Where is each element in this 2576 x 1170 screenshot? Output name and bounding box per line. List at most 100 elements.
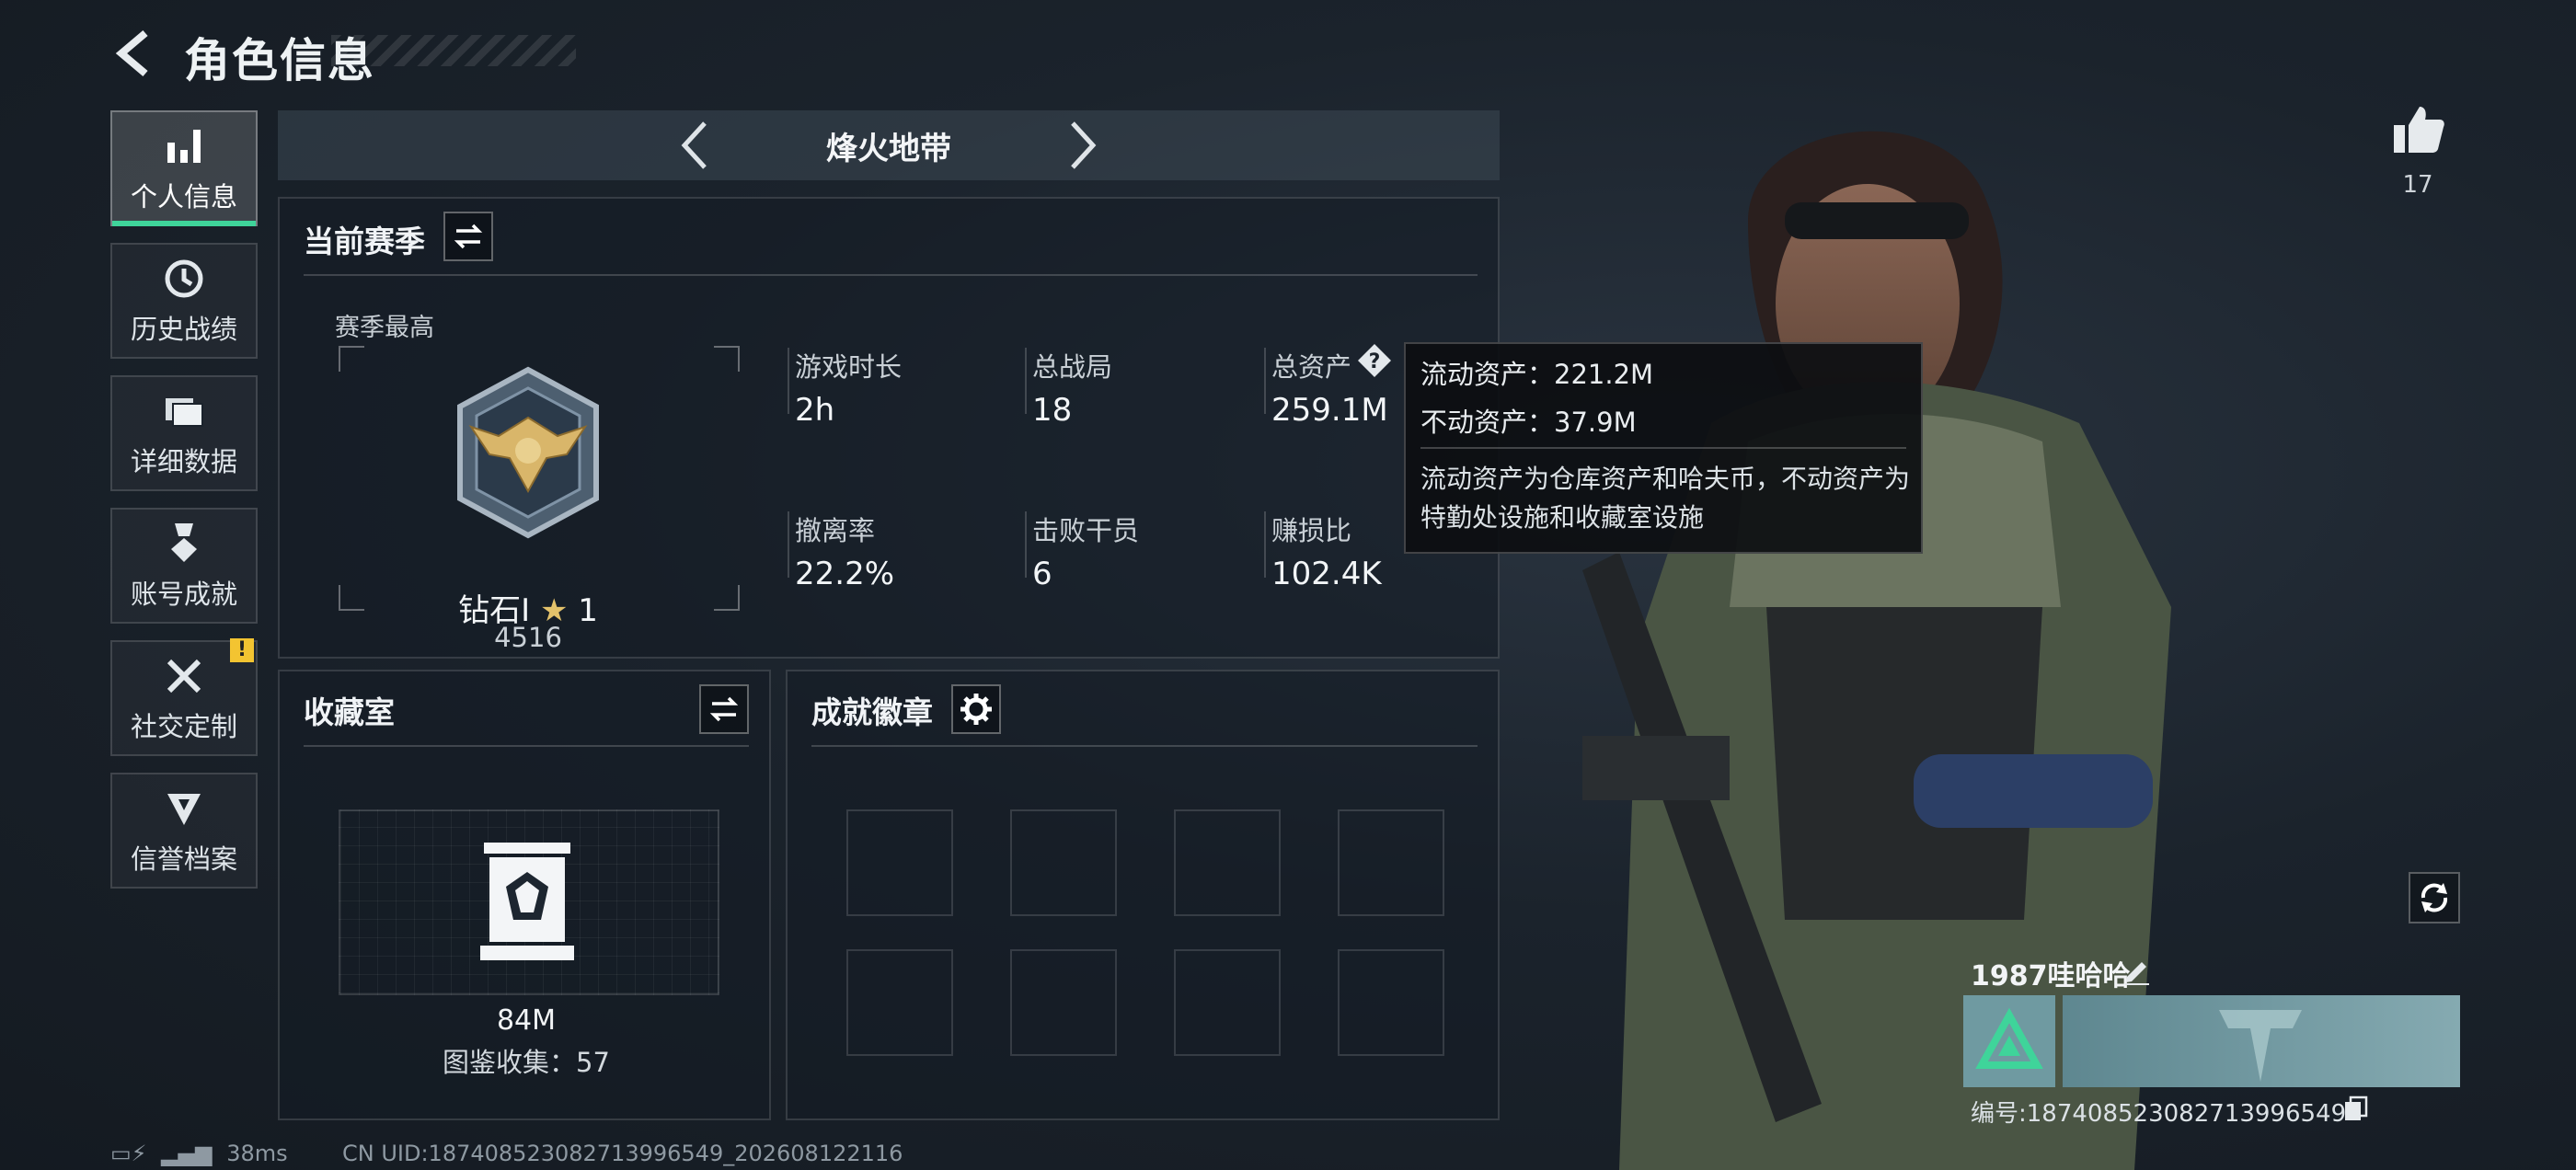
rank-banner-emblem: [1963, 995, 2055, 1087]
chevron-right-icon[interactable]: [1054, 118, 1110, 173]
nav-item-history[interactable]: 历史战绩: [110, 243, 258, 359]
collection-value: 84M: [496, 1004, 557, 1037]
stat-value: 22.2%: [795, 556, 895, 592]
season-best-label: 赛季最高: [335, 314, 434, 342]
collection-count: 图鉴收集：57: [443, 1047, 610, 1078]
asset-tooltip: 流动资产：221.2M 不动资产：37.9M 流动资产为仓库资产和哈夫币，不动资…: [1404, 342, 1923, 554]
rotate-model-button[interactable]: [2409, 872, 2460, 923]
stat-divider: [1025, 348, 1027, 414]
season-title: 当前赛季: [304, 224, 425, 259]
switch-collection-button[interactable]: [699, 684, 749, 734]
rank-emblem-icon: [457, 366, 599, 539]
mode-selector: 烽火地带: [278, 110, 1500, 180]
badge-slot[interactable]: [1338, 949, 1444, 1056]
badge-panel: 成就徽章: [786, 670, 1500, 1120]
shield-badge-icon: [167, 794, 201, 825]
stat-label: 击败干员: [1032, 515, 1140, 546]
history-clock-icon: [165, 259, 203, 298]
frame-corner: [714, 346, 740, 372]
medal-icon: [171, 523, 197, 562]
fixed-assets: 不动资产：37.9M: [1420, 407, 1637, 438]
swap-icon: [454, 224, 483, 249]
stat-value: 2h: [795, 392, 835, 429]
stat-value: 102.4K: [1271, 556, 1382, 592]
collection-title: 收藏室: [304, 694, 395, 730]
stat-label: 撤离率: [795, 515, 876, 546]
collection-panel[interactable]: 收藏室 84M 图鉴收集：57: [278, 670, 771, 1120]
battery-icon: ▭⚡: [110, 1141, 147, 1166]
pencil-icon: [2125, 962, 2149, 985]
ping-value: 38ms: [226, 1141, 288, 1166]
copy-id-button[interactable]: [2342, 1095, 2370, 1122]
badge-slot[interactable]: [846, 809, 953, 916]
divider: [811, 745, 1478, 747]
help-glyph: ?: [1369, 350, 1381, 373]
badge-slot[interactable]: [1338, 809, 1444, 916]
switch-season-button[interactable]: [443, 212, 493, 261]
divider: [304, 274, 1478, 276]
page-title: 角色信息: [184, 34, 375, 87]
badge-slot[interactable]: [1174, 949, 1281, 1056]
season-panel: 当前赛季 赛季最高 钻石Ⅰ ★ 1 4516 游戏时长 2h 总战局 18 总资…: [278, 197, 1500, 659]
stat-value: 259.1M: [1271, 392, 1388, 429]
nav-label: 个人信息: [130, 181, 237, 212]
stat-label: 总战局: [1032, 351, 1113, 383]
liquid-assets: 流动资产：221.2M: [1420, 359, 1654, 390]
collection-preview: [339, 809, 719, 995]
edit-name-button[interactable]: [2122, 955, 2153, 986]
help-question-icon: ?: [1358, 344, 1391, 377]
player-banner[interactable]: [2063, 995, 2460, 1087]
copy-icon: [2345, 1095, 2368, 1120]
badge-slot[interactable]: [846, 949, 953, 1056]
nav-item-reputation[interactable]: 信誉档案: [110, 773, 258, 889]
thumbs-up-icon: [2394, 107, 2444, 153]
badge-slot[interactable]: [1010, 809, 1117, 916]
divider: [304, 745, 749, 747]
network-status: ▭⚡ ▂▄▆ 38ms: [110, 1141, 288, 1166]
stat-value: 6: [1032, 556, 1052, 592]
nav-item-social-custom[interactable]: 社交定制 !: [110, 638, 258, 756]
banner-logo-icon: [2219, 1010, 2302, 1082]
like-button[interactable]: [2388, 99, 2447, 158]
stat-divider: [1025, 511, 1027, 578]
nav-label: 详细数据: [130, 446, 237, 477]
nav-label: 账号成就: [130, 579, 237, 610]
nav-item-personal-info[interactable]: 个人信息: [110, 110, 258, 226]
stat-value: 18: [1032, 392, 1073, 429]
display-case-icon: [480, 843, 574, 960]
nav-item-detailed-data[interactable]: 详细数据: [110, 375, 258, 491]
stat-divider: [1264, 511, 1266, 578]
back-button[interactable]: [109, 28, 160, 79]
signal-icon: ▂▄▆: [161, 1141, 213, 1166]
triangle-rank-icon: [1975, 1007, 2043, 1069]
like-count: 17: [2402, 171, 2433, 199]
divider: [1420, 447, 1906, 449]
stat-divider: [1264, 348, 1266, 414]
swap-icon: [709, 696, 739, 722]
badge-settings-button[interactable]: [951, 684, 1001, 734]
badge-slot[interactable]: [1010, 949, 1117, 1056]
asset-description: 流动资产为仓库资产和哈夫币，不动资产为特勤处设施和收藏室设施: [1420, 464, 1911, 533]
wrench-screwdriver-icon: [167, 659, 201, 694]
nav-label: 历史战绩: [130, 314, 237, 345]
gear-icon: [960, 694, 992, 725]
refresh-icon: [2421, 883, 2448, 912]
nav-item-achievements[interactable]: 账号成就: [110, 508, 258, 624]
uid-label: CN UID:187408523082713996549_20260812211…: [342, 1141, 903, 1166]
bar-chart-icon: [167, 130, 201, 163]
folders-icon: [166, 398, 203, 427]
player-name: 1987哇哈哈: [1971, 960, 2131, 992]
alert-badge: !: [230, 638, 254, 662]
badge-slot[interactable]: [1174, 809, 1281, 916]
stat-divider: [788, 511, 789, 578]
player-id: 编号:187408523082713996549: [1971, 1100, 2347, 1128]
badges-title: 成就徽章: [811, 694, 933, 730]
stat-divider: [788, 348, 789, 414]
help-button[interactable]: ?: [1356, 342, 1393, 379]
stat-label: 游戏时长: [795, 351, 903, 383]
frame-corner: [339, 346, 364, 372]
stat-label: 总资产: [1271, 351, 1352, 383]
mode-name: 烽火地带: [826, 131, 951, 167]
nav-label: 社交定制: [130, 711, 237, 742]
back-arrow-icon: [115, 29, 148, 77]
